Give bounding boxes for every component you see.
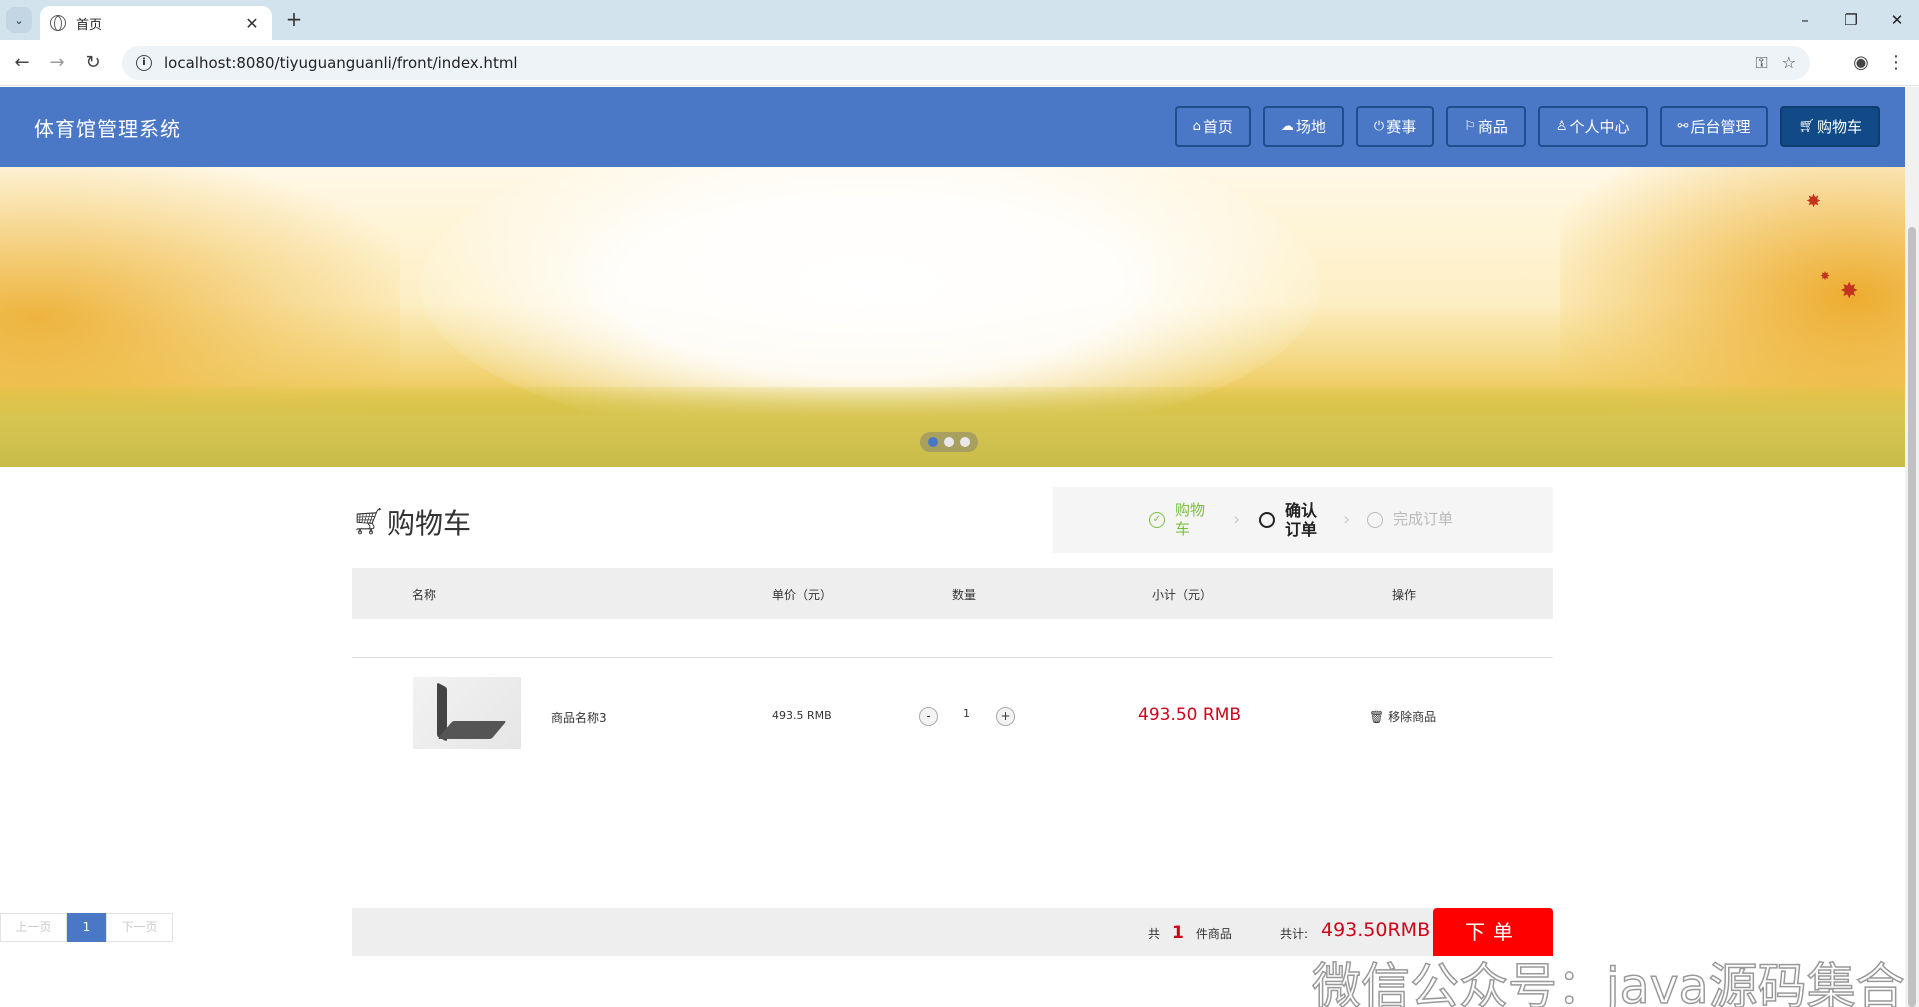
col-qty: 数量 — [952, 588, 977, 602]
item-subtotal: 493.50 RMB — [1138, 705, 1242, 725]
url-text[interactable]: localhost:8080/tiyuguanguanli/front/inde… — [164, 54, 518, 72]
user-icon: ♙ — [1555, 119, 1568, 134]
page-number-button[interactable]: 1 — [67, 913, 106, 942]
browser-tab[interactable]: 首页 ✕ — [40, 6, 272, 40]
col-name: 名称 — [412, 588, 437, 602]
key-icon[interactable]: ⚿ — [1755, 53, 1767, 73]
browser-tabstrip: ⌄ 首页 ✕ + – ❐ ✕ — [0, 0, 1919, 40]
browser-toolbar: ← → ↻ i localhost:8080/tiyuguanguanli/fr… — [0, 40, 1919, 86]
total-amount: 493.50RMB — [1321, 919, 1431, 941]
power-icon: ⏻ — [1373, 119, 1385, 134]
globe-icon — [50, 15, 66, 31]
menu-kebab-icon[interactable]: ⋮ — [1884, 51, 1908, 75]
step-confirm-label: 确认订单 — [1285, 501, 1318, 539]
restore-icon[interactable]: ❐ — [1836, 8, 1866, 32]
minimize-icon[interactable]: – — [1790, 8, 1820, 32]
chevron-right-icon: › — [1233, 509, 1241, 530]
reload-icon[interactable]: ↻ — [81, 51, 105, 75]
bookmark-star-icon[interactable]: ☆ — [1782, 53, 1796, 73]
watermark-text: 微信公众号：java源码集合 — [1311, 957, 1905, 1007]
qty-decrease-button[interactable]: - — [919, 707, 938, 726]
scrollbar-thumb[interactable] — [1908, 227, 1916, 1007]
step-cart: ✓ 购物车 — [1149, 501, 1209, 539]
chevron-right-icon: › — [1343, 509, 1351, 530]
nav-venues-label: 场地 — [1295, 118, 1326, 136]
window-close-icon[interactable]: ✕ — [1882, 8, 1912, 32]
forward-arrow-icon[interactable]: → — [45, 51, 69, 75]
nav-events-label: 赛事 — [1386, 118, 1417, 136]
tab-search-chevron-icon[interactable]: ⌄ — [6, 7, 32, 33]
next-page-button[interactable]: 下一页 — [106, 913, 173, 942]
carousel-dot[interactable] — [944, 437, 954, 447]
link-icon: ⚯ — [1677, 119, 1689, 134]
step-cart-label: 购物车 — [1175, 501, 1206, 538]
home-icon: ⌂ — [1192, 119, 1201, 134]
site-info-icon[interactable]: i — [136, 55, 152, 71]
banner-carousel[interactable]: ✸ ✸ ✸ — [0, 167, 1905, 467]
divider — [352, 657, 1553, 658]
page-title: 🛒︎ 购物车 — [352, 502, 471, 542]
nav-home-label: 首页 — [1202, 118, 1233, 136]
address-bar[interactable]: i localhost:8080/tiyuguanguanli/front/in… — [122, 46, 1810, 80]
product-image[interactable] — [413, 677, 521, 749]
nav-products[interactable]: ⚐ 商品 — [1446, 106, 1526, 147]
profile-icon[interactable]: ◉ — [1849, 51, 1873, 75]
col-price: 单价（元） — [772, 588, 833, 602]
carousel-dot[interactable] — [928, 437, 938, 447]
item-count: 共 1 件商品 — [1148, 923, 1232, 943]
maple-leaf-icon: ✸ — [1840, 279, 1859, 304]
check-circle-icon: ✓ — [1149, 512, 1165, 528]
tab-title: 首页 — [76, 17, 103, 33]
item-count-suffix: 件商品 — [1195, 927, 1232, 941]
pagination: 上一页 1 下一页 — [0, 913, 173, 942]
product-name[interactable]: 商品名称3 — [551, 709, 607, 726]
qty-increase-button[interactable]: + — [996, 707, 1015, 726]
carousel-dot[interactable] — [960, 437, 970, 447]
nav-admin-label: 后台管理 — [1690, 118, 1751, 136]
nav-home[interactable]: ⌂ 首页 — [1174, 106, 1251, 147]
cart-table-header: 名称 单价（元） 数量 小计（元） 操作 — [352, 568, 1553, 619]
quantity-value[interactable]: 1 — [963, 707, 970, 720]
new-tab-icon[interactable]: + — [282, 8, 306, 32]
step-complete-label: 完成订单 — [1393, 510, 1454, 528]
site-header: 体育馆管理系统 ⌂ 首页 ☁ 场地 ⏻ 赛事 ⚐ 商品 ♙ 个人中心 ⚯ 后台管… — [0, 87, 1905, 167]
remove-item-button[interactable]: 🗑︎ 移除商品 — [1369, 708, 1436, 725]
step-confirm: 确认订单 — [1259, 501, 1319, 539]
trash-icon: 🗑︎ — [1369, 710, 1385, 724]
page-title-text: 购物车 — [387, 507, 472, 540]
nav-profile-label: 个人中心 — [1569, 118, 1630, 136]
col-subtotal: 小计（元） — [1152, 588, 1213, 602]
prev-page-button[interactable]: 上一页 — [0, 913, 67, 942]
page-viewport: 体育馆管理系统 ⌂ 首页 ☁ 场地 ⏻ 赛事 ⚐ 商品 ♙ 个人中心 ⚯ 后台管… — [0, 87, 1905, 1007]
nav-profile[interactable]: ♙ 个人中心 — [1537, 106, 1648, 147]
col-action: 操作 — [1392, 588, 1417, 602]
main-nav: ⌂ 首页 ☁ 场地 ⏻ 赛事 ⚐ 商品 ♙ 个人中心 ⚯ 后台管理 🛒︎ 购物车 — [1174, 106, 1880, 147]
nav-events[interactable]: ⏻ 赛事 — [1355, 106, 1435, 147]
tab-close-icon[interactable]: ✕ — [242, 14, 262, 33]
nav-venues[interactable]: ☁ 场地 — [1262, 106, 1344, 147]
flag-icon: ⚐ — [1464, 119, 1476, 134]
unit-price: 493.5 RMB — [772, 709, 832, 722]
total-label: 共计: — [1280, 927, 1309, 941]
cart-icon: 🛒︎ — [352, 507, 386, 537]
nav-products-label: 商品 — [1477, 118, 1508, 136]
cloud-icon: ☁ — [1280, 119, 1294, 134]
item-count-value: 1 — [1172, 923, 1184, 943]
carousel-indicator — [920, 432, 978, 452]
circle-icon — [1367, 511, 1383, 528]
site-title: 体育馆管理系统 — [34, 117, 181, 141]
remove-item-label: 移除商品 — [1388, 710, 1437, 724]
cart-icon: 🛒︎ — [1798, 119, 1815, 134]
maple-leaf-icon: ✸ — [1820, 269, 1831, 283]
maple-leaf-icon: ✸ — [1806, 191, 1822, 212]
back-arrow-icon[interactable]: ← — [10, 51, 34, 75]
nav-cart-label: 购物车 — [1816, 118, 1862, 136]
page-scrollbar[interactable] — [1905, 87, 1919, 1007]
checkout-steps: ✓ 购物车 › 确认订单 › 完成订单 — [1053, 487, 1553, 553]
item-count-prefix: 共 — [1148, 927, 1161, 941]
nav-cart[interactable]: 🛒︎ 购物车 — [1780, 106, 1880, 147]
step-complete: 完成订单 — [1367, 510, 1453, 529]
nav-admin[interactable]: ⚯ 后台管理 — [1659, 106, 1769, 147]
circle-icon — [1259, 512, 1275, 528]
